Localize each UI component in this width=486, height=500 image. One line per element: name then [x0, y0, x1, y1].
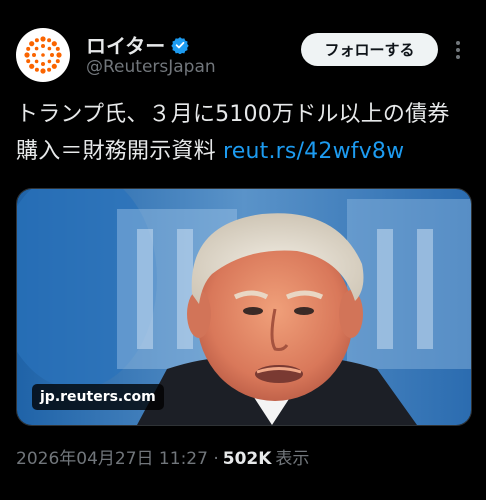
verified-badge-icon [171, 36, 189, 54]
follow-button[interactable]: フォローする [301, 33, 438, 66]
tweet-meta: 2026年04月27日 11:27 · 502K 表示 [16, 444, 309, 469]
tweet-header: ロイター @ReutersJapan フォローする [0, 0, 486, 90]
tweet-text: トランプ氏、３月に5100万ドル以上の債券購入＝財務開示資料 reut.rs/4… [16, 96, 471, 170]
avatar[interactable] [16, 28, 70, 82]
reuters-logo-icon [24, 36, 62, 74]
tweet-timestamp[interactable]: 2026年04月27日 11:27 · [16, 444, 219, 469]
author-display-name[interactable]: ロイター [86, 30, 165, 59]
tweet-link[interactable]: reut.rs/42wfv8w [223, 139, 404, 164]
more-vertical-icon[interactable] [452, 38, 464, 62]
views-label: 表示 [275, 449, 310, 469]
author-handle[interactable]: @ReutersJapan [86, 57, 216, 77]
link-domain-badge[interactable]: jp.reuters.com [32, 384, 164, 410]
views-count: 502K [222, 449, 272, 469]
author-name-row: ロイター [86, 30, 189, 59]
